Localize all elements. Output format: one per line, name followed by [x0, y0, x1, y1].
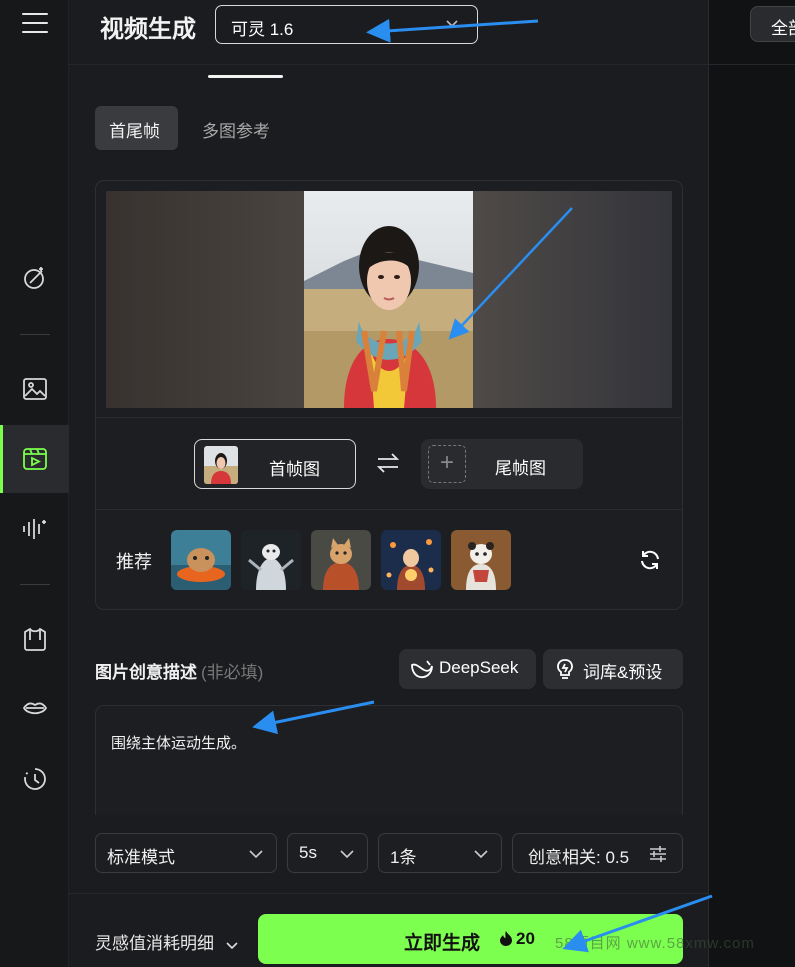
mode-value: 标准模式 [107, 848, 175, 867]
last-frame-button[interactable]: + 尾帧图 [421, 439, 583, 489]
footer-divider [69, 893, 708, 894]
description-optional: (非必填) [201, 663, 264, 682]
count-select[interactable]: 1条 [378, 833, 502, 873]
sidebar-item-image[interactable] [0, 355, 69, 423]
card-divider [96, 417, 682, 418]
lightbulb-icon [557, 659, 573, 679]
add-last-frame-icon: + [428, 445, 466, 483]
recommend-thumbnail[interactable] [241, 530, 301, 590]
chevron-down-icon [474, 850, 488, 859]
mode-select[interactable]: 标准模式 [95, 833, 277, 873]
last-frame-label: 尾帧图 [495, 459, 546, 478]
tab-first-last-frame[interactable]: 首尾帧 [95, 106, 178, 150]
header-divider [69, 64, 708, 65]
image-icon [22, 378, 47, 400]
page-title: 视频生成 [100, 16, 196, 43]
swap-frames-icon[interactable] [376, 450, 400, 476]
magic-wand-icon [23, 267, 44, 289]
first-frame-photo [304, 191, 473, 408]
lexicon-preset-button[interactable]: 词库&预设 [543, 649, 683, 689]
deepseek-label: DeepSeek [439, 658, 519, 677]
model-select-value: 可灵 1.6 [231, 20, 294, 39]
hamburger-menu-icon[interactable] [22, 13, 48, 35]
sliders-icon [650, 846, 666, 862]
description-label: 图片创意描述 (非必填) [95, 658, 263, 683]
model-select[interactable]: 可灵 1.6 [215, 5, 478, 44]
generate-cost: 20 [516, 929, 535, 948]
creativity-value: 创意相关: 0.5 [528, 848, 630, 867]
cost-detail-toggle[interactable]: 灵感值消耗明细 [95, 929, 239, 954]
video-icon [22, 448, 47, 470]
audio-wave-icon [22, 519, 46, 539]
left-sidebar [0, 0, 69, 967]
right-preview-pane [708, 0, 795, 967]
duration-select[interactable]: 5s [287, 833, 368, 873]
sidebar-item-magic[interactable] [0, 244, 69, 312]
tab-multi-image-reference[interactable]: 多图参考 [188, 106, 284, 150]
creativity-setting[interactable]: 创意相关: 0.5 [512, 833, 683, 873]
recommend-thumbnail[interactable] [171, 530, 231, 590]
watermark: 58项目网 www.58xmw.com [555, 935, 755, 952]
recommend-thumbnail[interactable] [381, 530, 441, 590]
whale-icon [411, 660, 433, 679]
lips-icon [22, 702, 47, 715]
filter-all-button[interactable]: 全部 [750, 6, 795, 42]
description-title: 图片创意描述 [95, 663, 197, 682]
first-frame-thumbnail [204, 446, 238, 484]
generate-label: 立即生成 [404, 933, 481, 954]
frame-preview [106, 191, 672, 408]
recommend-thumbnail[interactable] [311, 530, 371, 590]
first-frame-button[interactable]: 首帧图 [194, 439, 356, 489]
history-clock-icon [23, 768, 46, 790]
refresh-icon[interactable] [638, 548, 662, 572]
sidebar-item-lipsync[interactable] [0, 675, 69, 743]
chevron-down-icon [249, 850, 263, 859]
sidebar-item-audio[interactable] [0, 495, 69, 563]
flame-icon [500, 931, 512, 946]
description-textarea[interactable]: 围绕主体运动生成。 [95, 705, 683, 815]
sidebar-item-clothing[interactable] [0, 605, 69, 673]
cost-detail-label: 灵感值消耗明细 [95, 934, 214, 953]
sidebar-divider [20, 584, 50, 585]
count-value: 1条 [390, 848, 417, 867]
deepseek-button[interactable]: DeepSeek [399, 649, 536, 689]
sidebar-item-video[interactable] [0, 425, 69, 493]
lexicon-label: 词库&预设 [583, 663, 663, 682]
sidebar-item-history[interactable] [0, 745, 69, 813]
first-frame-label: 首帧图 [269, 460, 320, 479]
chevron-down-icon [226, 941, 238, 949]
sidebar-divider [20, 334, 50, 335]
chevron-down-icon [446, 20, 458, 28]
shirt-icon [23, 627, 46, 651]
card-divider [96, 509, 682, 510]
chevron-down-icon [340, 850, 354, 859]
description-text: 围绕主体运动生成。 [111, 735, 247, 752]
active-tab-underline [208, 75, 283, 78]
recommend-thumbnail[interactable] [451, 530, 511, 590]
recommend-label: 推荐 [116, 552, 152, 572]
duration-value: 5s [299, 843, 317, 862]
